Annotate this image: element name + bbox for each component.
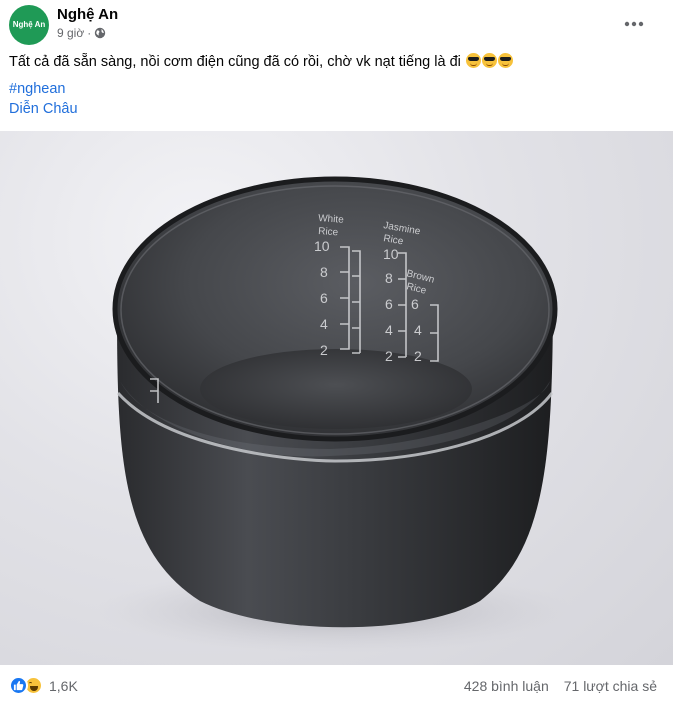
smiling-face-with-sunglasses-icon (481, 53, 497, 68)
white-level-mark: 10 (314, 238, 330, 254)
hashtag-link[interactable]: #nghean (9, 81, 65, 97)
smiling-face-with-sunglasses-icon (465, 53, 481, 68)
white-level-mark: 4 (320, 316, 328, 332)
reactions-summary[interactable]: 1,6K (9, 676, 78, 695)
more-horizontal-icon (624, 21, 644, 27)
brown-level-mark: 6 (411, 296, 419, 312)
page-avatar[interactable]: Nghệ An (9, 5, 49, 45)
globe-icon (94, 27, 106, 39)
white-level-mark: 2 (320, 342, 328, 358)
post-meta: 9 giờ · (57, 26, 106, 40)
like-icon (9, 676, 28, 695)
post-footer: 1,6K 428 bình luận 71 lượt chia sẻ (0, 665, 673, 705)
jasmine-level-mark: 4 (385, 322, 393, 338)
jasmine-level-mark: 6 (385, 296, 393, 312)
location-link[interactable]: Diễn Châu (9, 101, 78, 117)
meta-separator: · (87, 26, 92, 40)
jasmine-level-mark: 2 (385, 348, 393, 364)
post-time[interactable]: 9 giờ (57, 26, 84, 40)
white-rice-label: White (318, 213, 345, 226)
brown-level-mark: 4 (414, 322, 422, 338)
white-level-mark: 8 (320, 264, 328, 280)
reaction-count: 1,6K (49, 677, 78, 694)
post-header: Nghệ An Nghệ An 9 giờ · (0, 0, 673, 52)
jasmine-level-mark: 10 (383, 246, 399, 262)
rice-cooker-pot-image: White Rice Jasmine Rice Brown Rice 10 8 … (95, 176, 575, 653)
white-rice-label: Rice (318, 226, 339, 238)
shares-count-link[interactable]: 71 lượt chia sẻ (564, 678, 657, 694)
smiling-face-with-sunglasses-icon (497, 53, 513, 68)
comments-count-link[interactable]: 428 bình luận (464, 678, 549, 694)
post-message-text: Tất cả đã sẵn sàng, nồi cơm điện cũng đã… (9, 54, 461, 70)
page-name-link[interactable]: Nghệ An (57, 6, 118, 23)
brown-level-mark: 2 (414, 348, 422, 364)
white-level-mark: 6 (320, 290, 328, 306)
post-message: Tất cả đã sẵn sàng, nồi cơm điện cũng đã… (9, 53, 513, 70)
post-photo[interactable]: White Rice Jasmine Rice Brown Rice 10 8 … (0, 131, 673, 665)
more-options-button[interactable] (619, 12, 649, 36)
jasmine-level-mark: 8 (385, 270, 393, 286)
post-stats: 428 bình luận 71 lượt chia sẻ (464, 678, 657, 694)
